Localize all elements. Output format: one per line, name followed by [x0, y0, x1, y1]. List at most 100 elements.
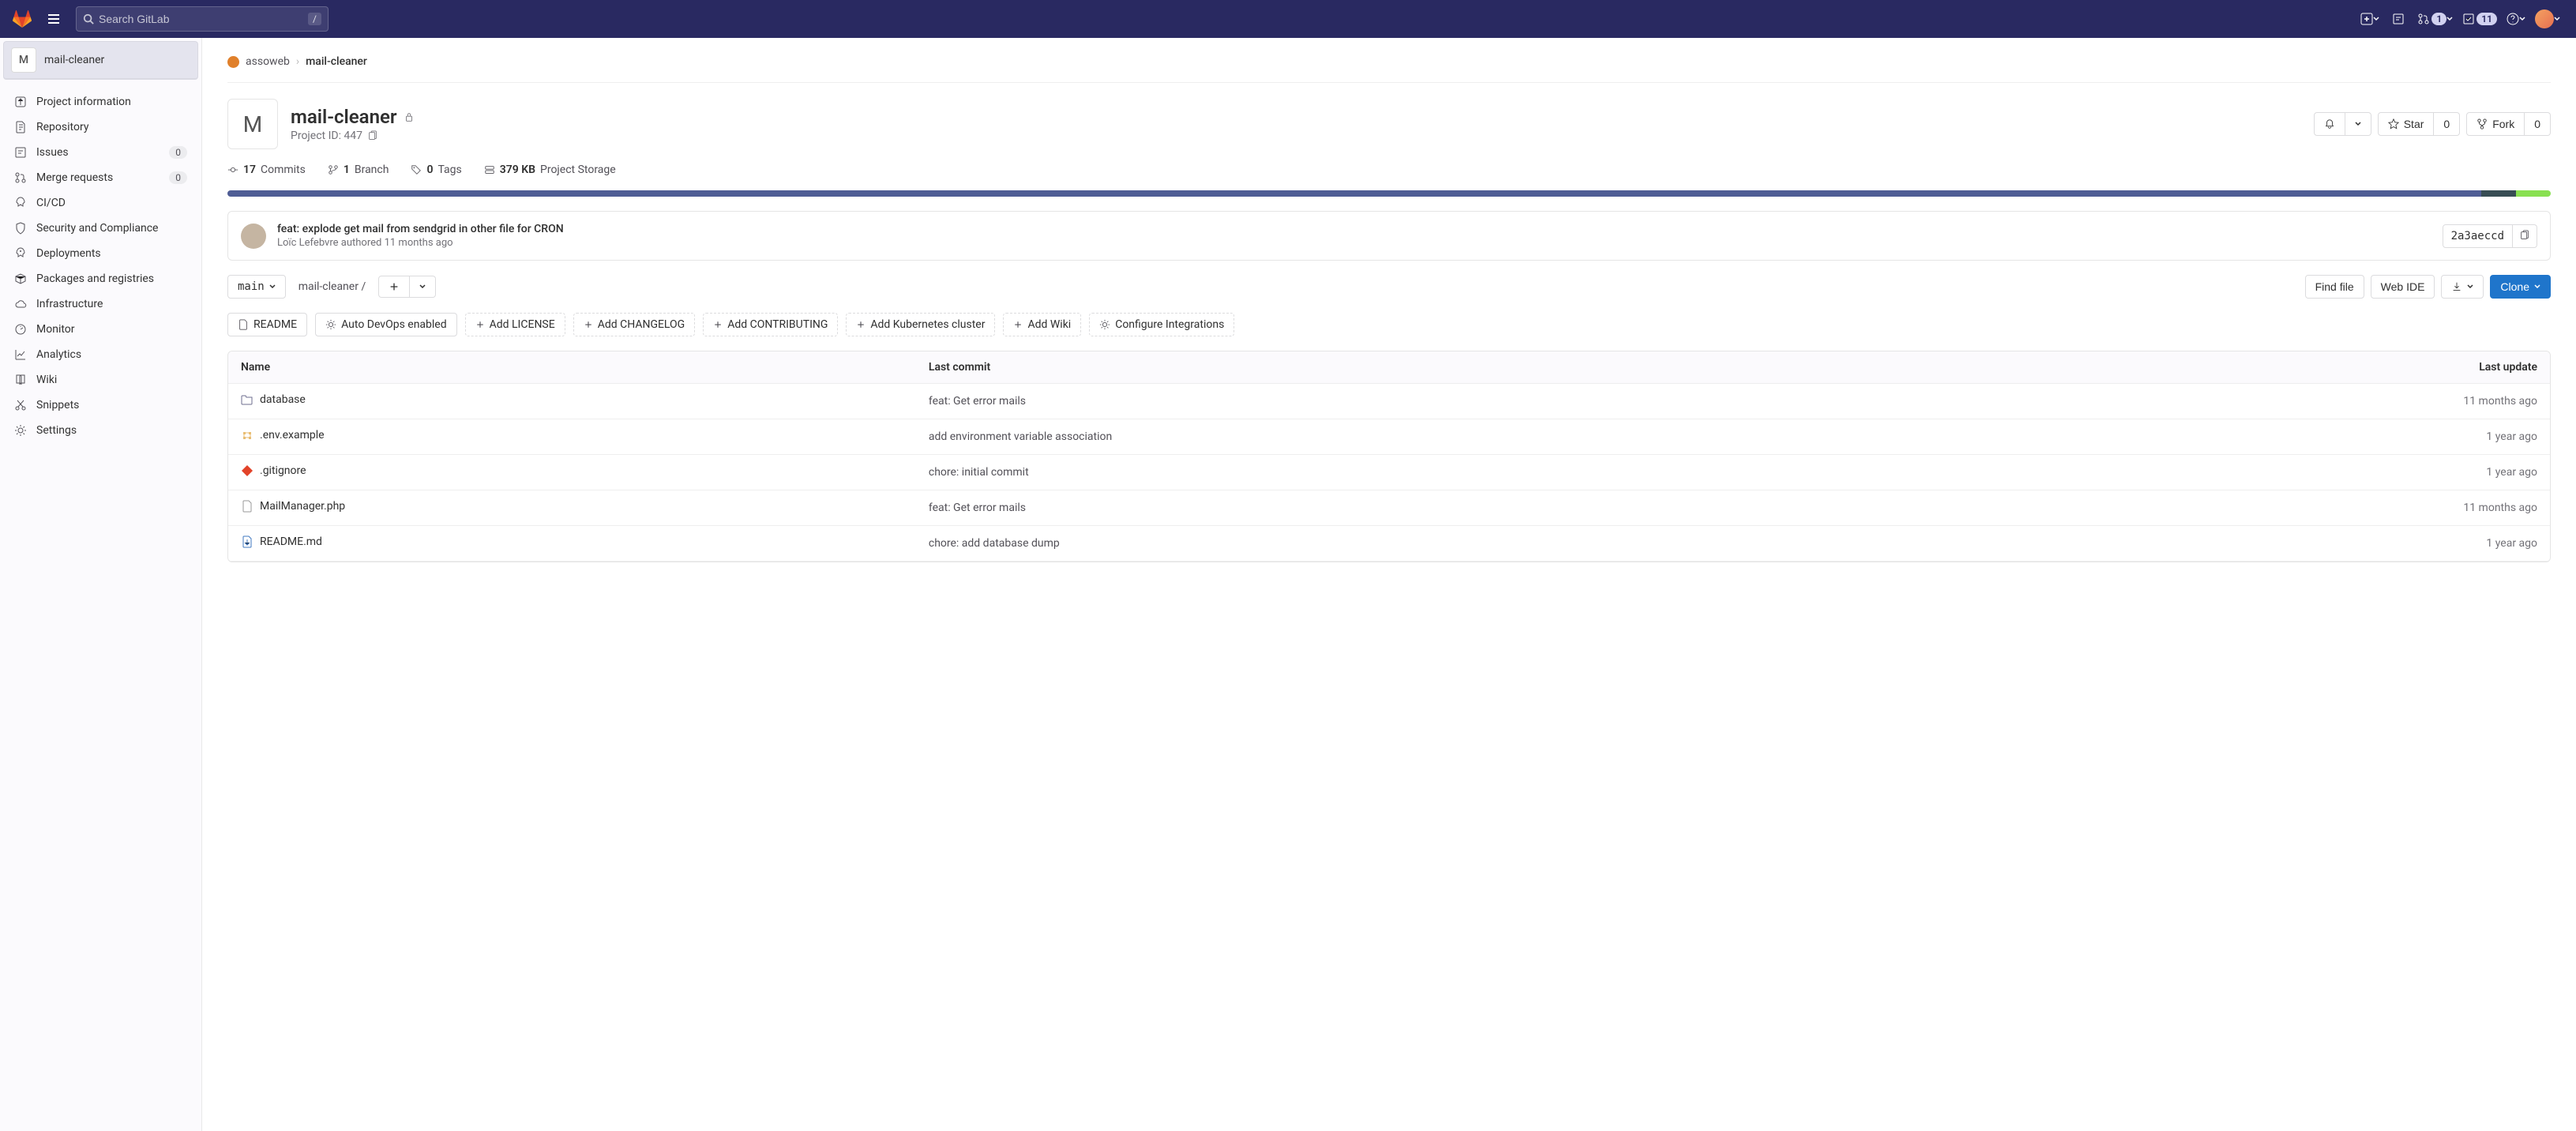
file-name: database — [260, 393, 306, 406]
todos-button[interactable]: 11 — [2459, 6, 2500, 32]
file-link[interactable]: .env.example — [241, 429, 325, 442]
sidebar-item-issues[interactable]: Issues0 — [6, 140, 195, 165]
latest-commit-card: feat: explode get mail from sendgrid in … — [227, 211, 2551, 261]
add-file-button[interactable] — [378, 276, 410, 298]
search-input[interactable] — [99, 13, 308, 25]
sidebar-item-merge-requests[interactable]: Merge requests0 — [6, 165, 195, 190]
copy-icon — [2519, 230, 2530, 241]
path-root[interactable]: mail-cleaner — [299, 280, 359, 293]
sidebar-item-snippets[interactable]: Snippets — [6, 393, 195, 418]
commit-author-avatar[interactable] — [241, 224, 266, 249]
copy-icon[interactable] — [367, 130, 378, 141]
notification-button[interactable] — [2314, 112, 2345, 136]
issues-icon — [14, 146, 27, 159]
row-last-commit[interactable]: feat: Get error mails — [916, 384, 2023, 419]
row-last-commit[interactable]: chore: add database dump — [916, 526, 2023, 562]
gitlab-logo-icon[interactable] — [13, 9, 32, 28]
lang-segment[interactable] — [2516, 190, 2551, 197]
sidebar-item-wiki[interactable]: Wiki — [6, 367, 195, 393]
issues-button[interactable] — [2386, 6, 2411, 32]
chevron-down-icon — [2355, 121, 2361, 127]
add-wiki-chip[interactable]: Add Wiki — [1003, 313, 1081, 336]
copy-sha-button[interactable] — [2513, 224, 2537, 248]
breadcrumb-project[interactable]: mail-cleaner — [306, 55, 367, 68]
sidebar-item-analytics[interactable]: Analytics — [6, 342, 195, 367]
path-separator: / — [361, 280, 366, 293]
merge-count-badge: 1 — [2431, 13, 2446, 25]
commits-stat[interactable]: 17Commits — [227, 163, 306, 176]
star-button[interactable]: Star — [2378, 112, 2435, 136]
project-stats: 17Commits 1Branch 0Tags 379 KBProject St… — [227, 149, 2551, 186]
add-changelog-chip[interactable]: Add CHANGELOG — [573, 313, 696, 336]
configure-integrations-chip[interactable]: Configure Integrations — [1089, 313, 1234, 336]
breadcrumb-group[interactable]: assoweb — [246, 55, 290, 68]
download-button[interactable] — [2441, 275, 2484, 299]
auto-devops-chip[interactable]: Auto DevOps enabled — [315, 313, 457, 336]
plus-icon — [856, 320, 866, 329]
sidebar-item-label: Deployments — [36, 247, 187, 260]
lang-segment[interactable] — [227, 190, 2481, 197]
lang-segment[interactable] — [2481, 190, 2516, 197]
branches-stat[interactable]: 1Branch — [328, 163, 389, 176]
table-row: .env.example add environment variable ass… — [228, 419, 2550, 455]
file-link[interactable]: README.md — [241, 535, 322, 548]
sidebar-item-repository[interactable]: Repository — [6, 115, 195, 140]
sidebar-item-infrastructure[interactable]: Infrastructure — [6, 291, 195, 317]
sidebar-item-security-and-compliance[interactable]: Security and Compliance — [6, 216, 195, 241]
add-k8s-chip[interactable]: Add Kubernetes cluster — [846, 313, 995, 336]
create-new-button[interactable] — [2357, 6, 2383, 32]
package-icon — [14, 272, 27, 285]
tags-stat[interactable]: 0Tags — [411, 163, 461, 176]
row-last-commit[interactable]: add environment variable association — [916, 419, 2023, 455]
todo-count-badge: 11 — [2476, 13, 2497, 25]
storage-stat[interactable]: 379 KBProject Storage — [484, 163, 616, 176]
sidebar-item-deployments[interactable]: Deployments — [6, 241, 195, 266]
deploy-icon — [14, 247, 27, 260]
file-link[interactable]: MailManager.php — [241, 500, 345, 513]
gear-icon — [325, 319, 336, 330]
cloud-icon — [14, 298, 27, 310]
find-file-button[interactable]: Find file — [2305, 275, 2364, 299]
branch-select-button[interactable]: main — [227, 275, 286, 299]
row-last-commit[interactable]: chore: initial commit — [916, 455, 2023, 490]
star-count[interactable]: 0 — [2434, 112, 2460, 136]
clone-button[interactable]: Clone — [2490, 275, 2551, 299]
repo-icon — [14, 121, 27, 133]
notification-dropdown-button[interactable] — [2345, 112, 2371, 136]
file-link[interactable]: database — [241, 393, 306, 406]
commit-message[interactable]: feat: explode get mail from sendgrid in … — [277, 223, 564, 235]
add-file-dropdown-button[interactable] — [410, 276, 436, 298]
chevron-down-icon — [269, 284, 276, 290]
sidebar-item-monitor[interactable]: Monitor — [6, 317, 195, 342]
plus-icon — [475, 320, 485, 329]
sidebar-project-header[interactable]: M mail-cleaner — [3, 41, 198, 80]
fork-button[interactable]: Fork — [2466, 112, 2525, 136]
readme-chip[interactable]: README — [227, 313, 307, 336]
language-bar[interactable] — [227, 190, 2551, 197]
file-name: .gitignore — [260, 464, 306, 477]
download-icon — [2451, 281, 2462, 292]
count-badge: 0 — [169, 146, 187, 159]
breadcrumb-separator: › — [296, 55, 299, 68]
fork-count[interactable]: 0 — [2525, 112, 2551, 136]
breadcrumbs: assoweb › mail-cleaner — [227, 51, 2551, 83]
hamburger-menu-button[interactable] — [41, 6, 66, 32]
row-last-commit[interactable]: feat: Get error mails — [916, 490, 2023, 526]
merge-requests-button[interactable]: 1 — [2414, 6, 2456, 32]
sidebar-item-label: Monitor — [36, 323, 187, 336]
user-menu-button[interactable] — [2532, 6, 2563, 32]
help-button[interactable] — [2503, 6, 2529, 32]
global-search[interactable]: / — [76, 6, 329, 32]
commit-sha[interactable]: 2a3aeccd — [2443, 224, 2513, 248]
web-ide-button[interactable]: Web IDE — [2371, 275, 2435, 299]
row-last-update: 1 year ago — [2023, 419, 2550, 455]
sidebar-item-settings[interactable]: Settings — [6, 418, 195, 443]
commit-author[interactable]: Loïc Lefebvre — [277, 237, 339, 249]
file-link[interactable]: .gitignore — [241, 464, 306, 477]
project-chips-row: README Auto DevOps enabled Add LICENSE A… — [227, 313, 2551, 336]
add-license-chip[interactable]: Add LICENSE — [465, 313, 565, 336]
sidebar-item-ci-cd[interactable]: CI/CD — [6, 190, 195, 216]
add-contributing-chip[interactable]: Add CONTRIBUTING — [703, 313, 838, 336]
sidebar-item-packages-and-registries[interactable]: Packages and registries — [6, 266, 195, 291]
sidebar-item-project-information[interactable]: Project information — [6, 89, 195, 115]
